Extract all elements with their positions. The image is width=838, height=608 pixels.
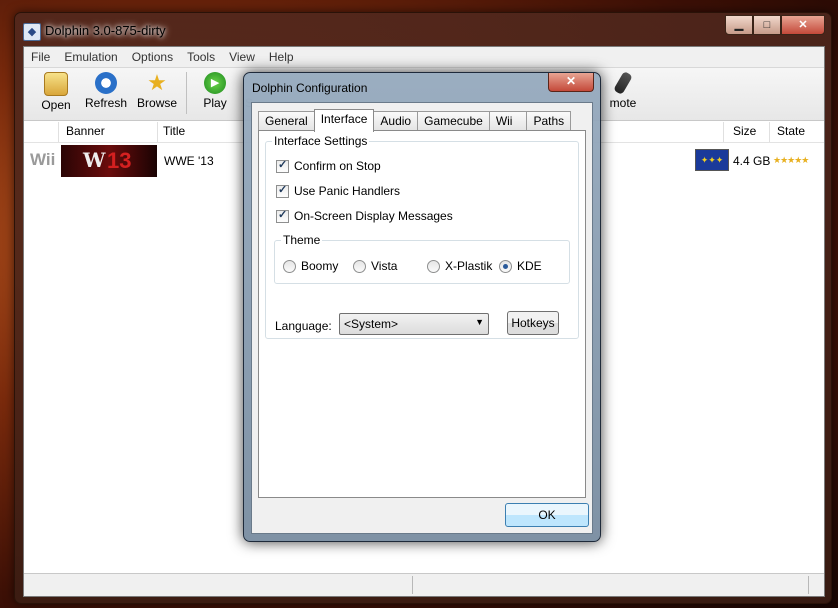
menu-options[interactable]: Options	[125, 50, 180, 64]
menu-bar: File Emulation Options Tools View Help	[24, 47, 824, 68]
title-bar[interactable]: ◆ Dolphin 3.0-875-dirty ▁ □ ✕	[15, 13, 831, 47]
game-banner: W 13	[61, 145, 157, 177]
theme-vista-label: Vista	[371, 259, 398, 273]
theme-kde-label: KDE	[517, 259, 542, 273]
status-divider	[808, 576, 809, 594]
theme-boomy-label: Boomy	[301, 259, 339, 273]
minimize-button[interactable]: ▁	[725, 15, 753, 35]
browse-star-icon: ★	[147, 70, 167, 95]
dialog-body: General Interface Audio Gamecube Wii Pat…	[251, 102, 593, 534]
theme-vista-radio[interactable]: Vista	[353, 259, 397, 273]
dialog-close-button[interactable]: ✕	[548, 73, 594, 92]
checkbox-box	[276, 158, 289, 173]
refresh-button[interactable]: Refresh	[80, 72, 132, 110]
maximize-button[interactable]: □	[753, 15, 781, 35]
language-dropdown[interactable]: <System> ▼	[339, 313, 489, 335]
use-panic-handlers-checkbox[interactable]: Use Panic Handlers	[276, 183, 401, 198]
interface-settings-group: Interface Settings Confirm on Stop Use P…	[265, 134, 579, 339]
theme-label: Theme	[281, 233, 323, 247]
game-size: 4.4 GB	[733, 154, 771, 168]
column-title[interactable]: Title	[163, 124, 185, 138]
wiimote-icon	[613, 70, 633, 96]
use-panic-handlers-label: Use Panic Handlers	[294, 184, 401, 198]
menu-tools[interactable]: Tools	[180, 50, 222, 64]
osd-messages-label: On-Screen Display Messages	[294, 209, 453, 223]
close-button[interactable]: ✕	[781, 15, 825, 35]
checkbox-box	[276, 183, 289, 198]
eu-flag-icon: ✦✦✦	[695, 149, 729, 171]
dialog-title: Dolphin Configuration	[252, 81, 368, 95]
browse-label: Browse	[137, 96, 178, 110]
dolphin-app-icon: ◆	[23, 23, 41, 41]
menu-view[interactable]: View	[222, 50, 262, 64]
menu-help[interactable]: Help	[262, 50, 301, 64]
menu-file[interactable]: File	[24, 50, 57, 64]
confirm-on-stop-label: Confirm on Stop	[294, 159, 381, 173]
game-title: WWE '13	[164, 154, 214, 168]
column-banner[interactable]: Banner	[66, 124, 105, 138]
tab-wii[interactable]: Wii	[488, 111, 528, 132]
banner-13-logo: 13	[107, 148, 132, 173]
theme-group: Theme Boomy Vista X-Plastik KDE	[274, 233, 570, 284]
language-value: <System>	[344, 317, 399, 331]
checkbox-box	[276, 208, 289, 223]
tab-interface[interactable]: Interface	[313, 109, 375, 132]
status-bar	[24, 573, 824, 596]
hotkeys-button[interactable]: Hotkeys	[507, 311, 559, 335]
interface-settings-label: Interface Settings	[272, 134, 370, 148]
radio-circle	[283, 259, 296, 273]
tab-paths[interactable]: Paths	[526, 111, 572, 132]
column-divider	[157, 122, 158, 142]
banner-w-logo: W	[83, 148, 106, 172]
open-folder-icon	[44, 72, 68, 96]
column-state[interactable]: State	[777, 124, 805, 138]
refresh-icon	[95, 72, 118, 94]
window-title: Dolphin 3.0-875-dirty	[45, 23, 166, 38]
tab-strip: General Interface Audio Gamecube Wii Pat…	[258, 109, 572, 132]
column-divider	[769, 122, 770, 142]
language-label: Language:	[275, 319, 332, 333]
platform-label: Wii	[30, 150, 56, 169]
config-dialog: Dolphin Configuration ✕ General Interfac…	[243, 72, 601, 542]
wiimote-button[interactable]: mote	[599, 70, 647, 110]
theme-boomy-radio[interactable]: Boomy	[283, 259, 338, 273]
wiimote-label: mote	[609, 96, 637, 110]
radio-circle	[499, 259, 512, 273]
status-divider	[412, 576, 413, 594]
theme-kde-radio[interactable]: KDE	[499, 259, 542, 273]
radio-circle	[353, 259, 366, 273]
open-label: Open	[41, 98, 71, 112]
column-size[interactable]: Size	[733, 124, 756, 138]
tab-gamecube[interactable]: Gamecube	[417, 111, 490, 132]
chevron-down-icon: ▼	[475, 317, 484, 327]
play-button[interactable]: ▶ Play	[191, 72, 239, 110]
toolbar-separator	[186, 72, 188, 114]
column-divider	[723, 122, 724, 142]
tab-general[interactable]: General	[258, 111, 315, 132]
confirm-on-stop-checkbox[interactable]: Confirm on Stop	[276, 158, 381, 173]
theme-xplastik-label: X-Plastik	[445, 259, 493, 273]
theme-xplastik-radio[interactable]: X-Plastik	[427, 259, 492, 273]
menu-emulation[interactable]: Emulation	[57, 50, 124, 64]
column-divider	[58, 122, 59, 142]
ok-button[interactable]: OK	[505, 503, 589, 527]
open-button[interactable]: Open	[32, 72, 80, 112]
rating-stars: ★★★★★	[773, 155, 809, 165]
radio-circle	[427, 259, 440, 273]
refresh-label: Refresh	[85, 96, 128, 110]
play-icon: ▶	[204, 72, 227, 94]
play-label: Play	[203, 96, 227, 110]
tab-audio[interactable]: Audio	[373, 111, 419, 132]
browse-button[interactable]: ★ Browse	[132, 70, 182, 111]
osd-messages-checkbox[interactable]: On-Screen Display Messages	[276, 208, 453, 223]
caption-buttons: ▁ □ ✕	[725, 15, 825, 35]
interface-tab-panel: Interface Settings Confirm on Stop Use P…	[258, 130, 586, 498]
